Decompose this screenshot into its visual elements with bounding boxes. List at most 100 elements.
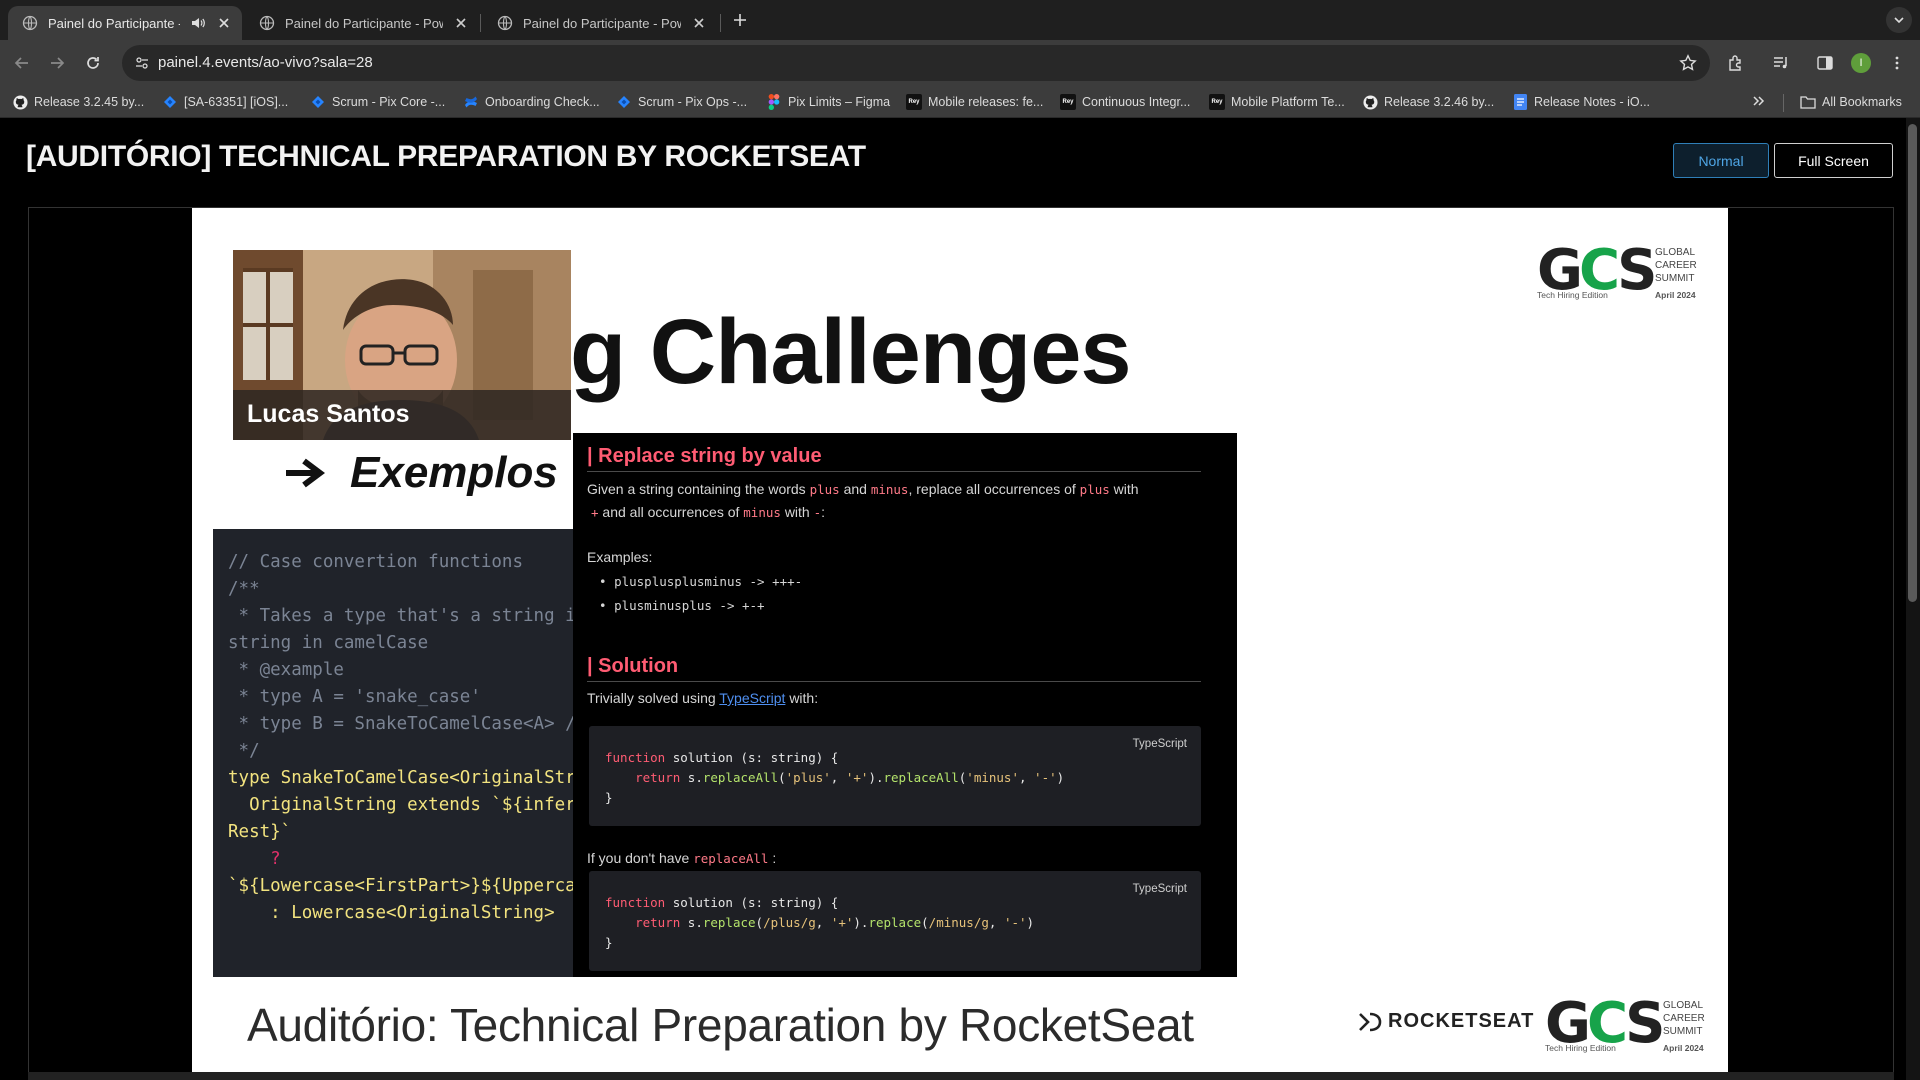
more-bookmarks-button[interactable] [1752,93,1766,111]
no-replaceall-text: If you don't have replaceAll : [587,850,777,866]
problem-description-line-1: Given a string containing the words plus… [587,481,1139,497]
bookmarks-bar: Release 3.2.45 by... [SA-63351] [iOS]...… [0,86,1920,118]
double-chevron-right-icon [1752,95,1766,110]
close-tab-icon[interactable] [453,15,469,31]
player-bottom-edge [28,1072,1894,1080]
normal-view-button[interactable]: Normal [1673,143,1769,178]
close-tab-icon[interactable] [691,15,707,31]
globe-icon [22,15,38,31]
exemplos-row: Exemplos [284,448,558,498]
bookmark-label: Mobile Platform Te... [1231,95,1345,109]
arrow-right-icon [286,458,325,488]
bookmark-item[interactable]: Rey Continuous Integr... [1060,93,1190,111]
bookmark-label: Scrum - Pix Core -... [332,95,446,109]
address-bar[interactable]: painel.4.events/ao-vivo?sala=28 [122,45,1710,81]
gcs-logo: GCS GLOBAL CAREER SUMMIT Tech Hiring Editi… [1537,238,1697,303]
divider [587,681,1201,682]
code-line: : Lowercase<OriginalString> [228,903,555,923]
code-line: type SnakeToCamelCase<OriginalStr [228,768,573,788]
code-block-text: function solution (s: string) { return s… [605,750,1065,805]
jira-icon [162,94,178,110]
code-editor-snippet: // Case convertion functions /** * Takes … [213,529,573,977]
reload-button[interactable] [80,50,106,76]
bookmark-label: Mobile releases: fe... [928,95,1044,109]
bookmark-item[interactable]: [SA-63351] [iOS]... [162,93,288,111]
code-line: /** [228,579,260,599]
bookmark-label: Release 3.2.46 by... [1384,95,1495,109]
bookmark-item[interactable]: Scrum - Pix Ops -... [616,93,747,111]
speaker-icon[interactable] [190,15,206,31]
presentation-slide: g Challenges GCS GLOBAL CAREER SUMMIT Tech… [192,208,1728,1072]
tab-separator [480,14,481,32]
new-tab-button[interactable] [729,9,751,31]
close-tab-icon[interactable] [216,15,232,31]
docs-icon [1512,94,1528,110]
slide-footer-title: Auditório: Technical Preparation by Rock… [247,999,1194,1051]
bookmark-label: Release Notes - iO... [1534,95,1651,109]
media-controls-icon[interactable] [1768,50,1794,76]
figma-icon [766,94,782,110]
code-line: string in camelCase [228,633,429,653]
arrow-right-icon [51,57,65,69]
code-line: Rest}` [228,822,292,842]
github-icon [1362,94,1378,110]
gcs-edition: Tech Hiring Edition [1537,290,1608,300]
page-title: [AUDITÓRIO] TECHNICAL PREPARATION BY ROC… [26,140,866,173]
rocketseat-logo: ROCKETSEAT [1358,1010,1534,1033]
profile-avatar[interactable]: I [1851,53,1871,73]
divider [587,471,1201,472]
kebab-menu-icon[interactable] [1884,50,1910,76]
bookmark-item[interactable]: Release Notes - iO... [1512,93,1650,111]
tab-2[interactable]: Painel do Participante - Powe [245,6,479,40]
bookmark-item[interactable]: Scrum - Pix Core -... [310,93,445,111]
bookmark-item[interactable]: Rey Mobile releases: fe... [906,93,1043,111]
url-text[interactable]: painel.4.events/ao-vivo?sala=28 [158,54,373,71]
bookmark-item[interactable]: Rey Mobile Platform Te... [1209,93,1345,111]
box-icon: Rey [906,94,922,110]
example-item: • plusminusplus -> +-+ [599,598,765,613]
arrow-left-icon [14,57,28,69]
forward-button[interactable] [44,50,70,76]
browser-toolbar: painel.4.events/ao-vivo?sala=28 I [0,40,1920,86]
globe-icon [497,15,513,31]
code-line: // Case convertion functions [228,552,524,572]
side-panel-icon[interactable] [1812,50,1838,76]
bookmark-item[interactable]: Release 3.2.46 by... [1362,93,1494,111]
confluence-icon [463,94,479,110]
bookmark-star-icon[interactable] [1676,51,1700,75]
solution-text: Trivially solved using TypeScript with: [587,690,819,706]
bookmark-label: Continuous Integr... [1082,95,1191,109]
bookmark-label: Scrum - Pix Ops -... [638,95,748,109]
site-info-icon[interactable] [130,51,154,75]
gcs-logo-footer: GCS GLOBAL CAREER SUMMIT Tech Hiring Editi… [1545,991,1705,1056]
code-line: * type A = 'snake_case' [228,687,481,707]
typescript-link[interactable]: TypeScript [719,690,785,706]
bookmark-label: [SA-63351] [iOS]... [184,95,289,109]
bookmark-item[interactable]: Pix Limits – Figma [766,93,890,111]
tab-title: Painel do Participante - Pi [48,15,180,31]
code-line: OriginalString extends `${infer [228,795,573,815]
code-line: * Takes a type that's a string i [228,606,573,626]
all-bookmarks-button[interactable]: All Bookmarks [1800,93,1902,111]
code-line: * @example [228,660,344,680]
back-button[interactable] [9,50,35,76]
code-block-1: TypeScript function solution (s: string)… [589,726,1201,826]
tab-search-button[interactable] [1886,7,1912,33]
problem-description-line-2: + and all occurrences of minus with -: [591,504,826,520]
problem-title: | Replace string by value [587,445,822,467]
page-scrollbar-thumb[interactable] [1908,124,1917,602]
solution-title: | Solution [587,655,679,677]
tab-3[interactable]: Painel do Participante - Powe [483,6,717,40]
language-label: TypeScript [1132,883,1187,895]
bookmark-item[interactable]: Release 3.2.45 by... [12,93,144,111]
gcs-edition: Tech Hiring Edition [1545,1043,1616,1053]
bookmark-separator [1783,94,1784,112]
bookmark-item[interactable]: Onboarding Check... [463,93,600,111]
extensions-icon[interactable] [1723,50,1749,76]
code-line: * type B = SnakeToCamelCase<A> / [228,714,573,734]
tab-active[interactable]: Painel do Participante - Pi [8,6,242,40]
full-screen-button[interactable]: Full Screen [1774,143,1893,178]
presenter-name: Lucas Santos [233,390,571,440]
github-icon [12,94,28,110]
gcs-date: April 2024 [1663,1043,1704,1053]
